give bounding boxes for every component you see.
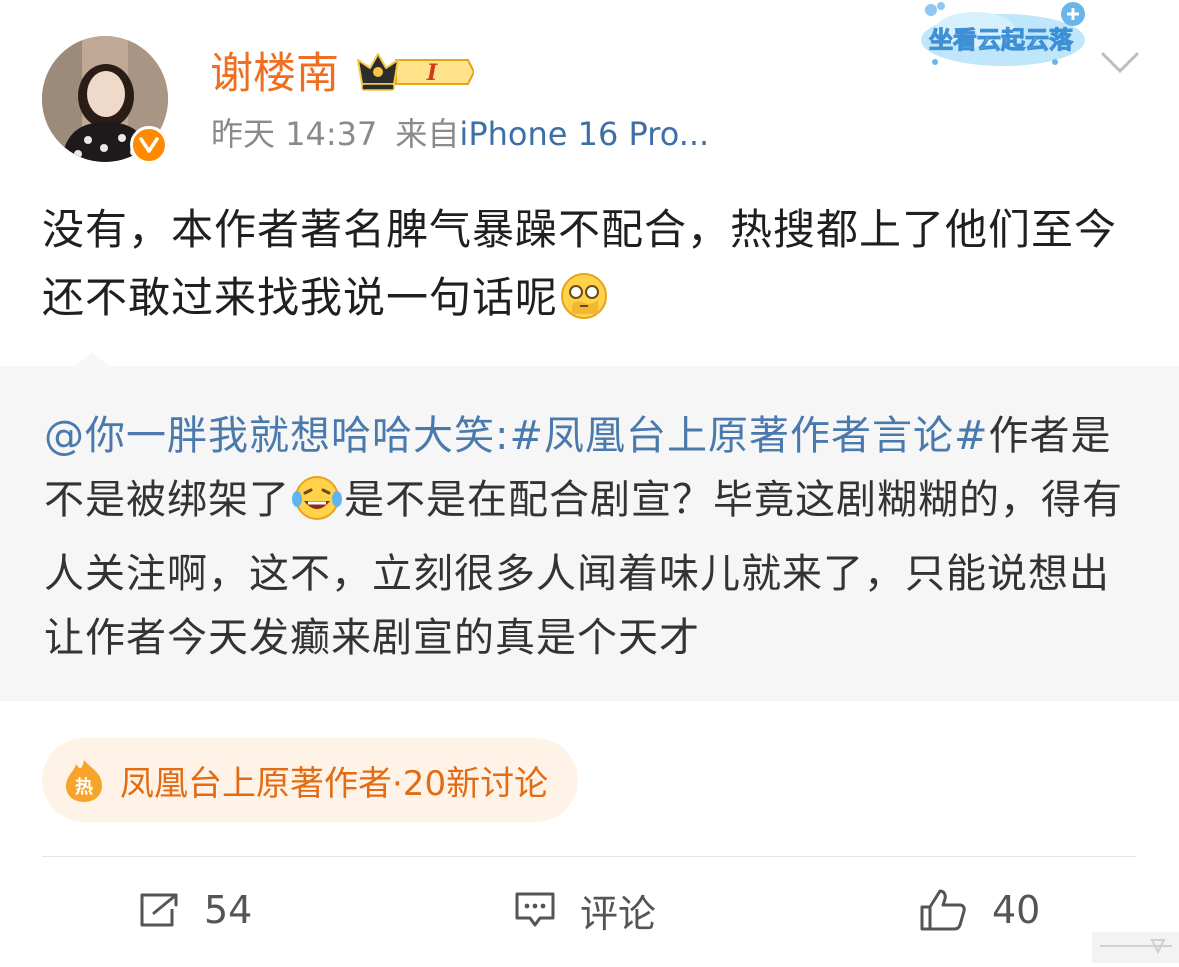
- facepalm-emoji-icon: [558, 270, 610, 342]
- quote-pointer: [74, 352, 110, 367]
- member-crown-icon[interactable]: I: [356, 50, 476, 98]
- hot-icon-text: 热: [75, 776, 93, 798]
- thumbs-up-icon: [920, 889, 966, 931]
- comment-icon: [515, 892, 555, 927]
- comment-button[interactable]: 评论: [514, 880, 656, 940]
- like-button[interactable]: 40: [918, 880, 1040, 940]
- divider: [42, 856, 1136, 857]
- hot-flame-icon: 热: [66, 760, 102, 802]
- topic-count: ·20新讨论: [392, 763, 549, 804]
- verified-badge-icon: [130, 126, 168, 164]
- device-link[interactable]: iPhone 16 Pro...: [459, 115, 709, 153]
- watermark-icon: [1092, 912, 1179, 963]
- mention-link[interactable]: @你一胖我就想哈哈大笑: [44, 413, 495, 459]
- laughing-tears-emoji-icon: [290, 473, 344, 542]
- author-name[interactable]: 谢楼南: [210, 44, 339, 104]
- topic-pill[interactable]: 热 凤凰台上原著作者 ·20新讨论: [42, 738, 579, 822]
- member-level: I: [426, 60, 438, 86]
- repost-button[interactable]: 54: [138, 880, 252, 940]
- topic-label: 凤凰台上原著作者: [120, 763, 392, 804]
- decoration-text: 坐看云起云落: [929, 26, 1074, 54]
- like-count: 40: [992, 888, 1041, 932]
- hashtag-link[interactable]: #凤凰台上原著作者言论#: [509, 413, 988, 459]
- retweet-text: @你一胖我就想哈哈大笑:#凤凰台上原著作者言论#作者是不是被绑架了 是不是在配合剧…: [44, 404, 1144, 670]
- post-time: 昨天 14:37: [211, 115, 378, 153]
- card-decoration[interactable]: 坐看云起云落: [915, 0, 1093, 72]
- repost-icon: [140, 893, 178, 927]
- source-prefix: 来自: [395, 115, 460, 153]
- mention-colon: :: [495, 413, 510, 459]
- post-meta: 昨天 14:37 来自iPhone 16 Pro...: [211, 112, 709, 156]
- chevron-down-icon[interactable]: [1100, 50, 1140, 76]
- post-text: 没有，本作者著名脾气暴躁不配合，热搜都上了他们至今还不敢过来找我说一句话呢: [42, 196, 1142, 342]
- comment-label: 评论: [580, 891, 657, 936]
- repost-count: 54: [204, 888, 253, 932]
